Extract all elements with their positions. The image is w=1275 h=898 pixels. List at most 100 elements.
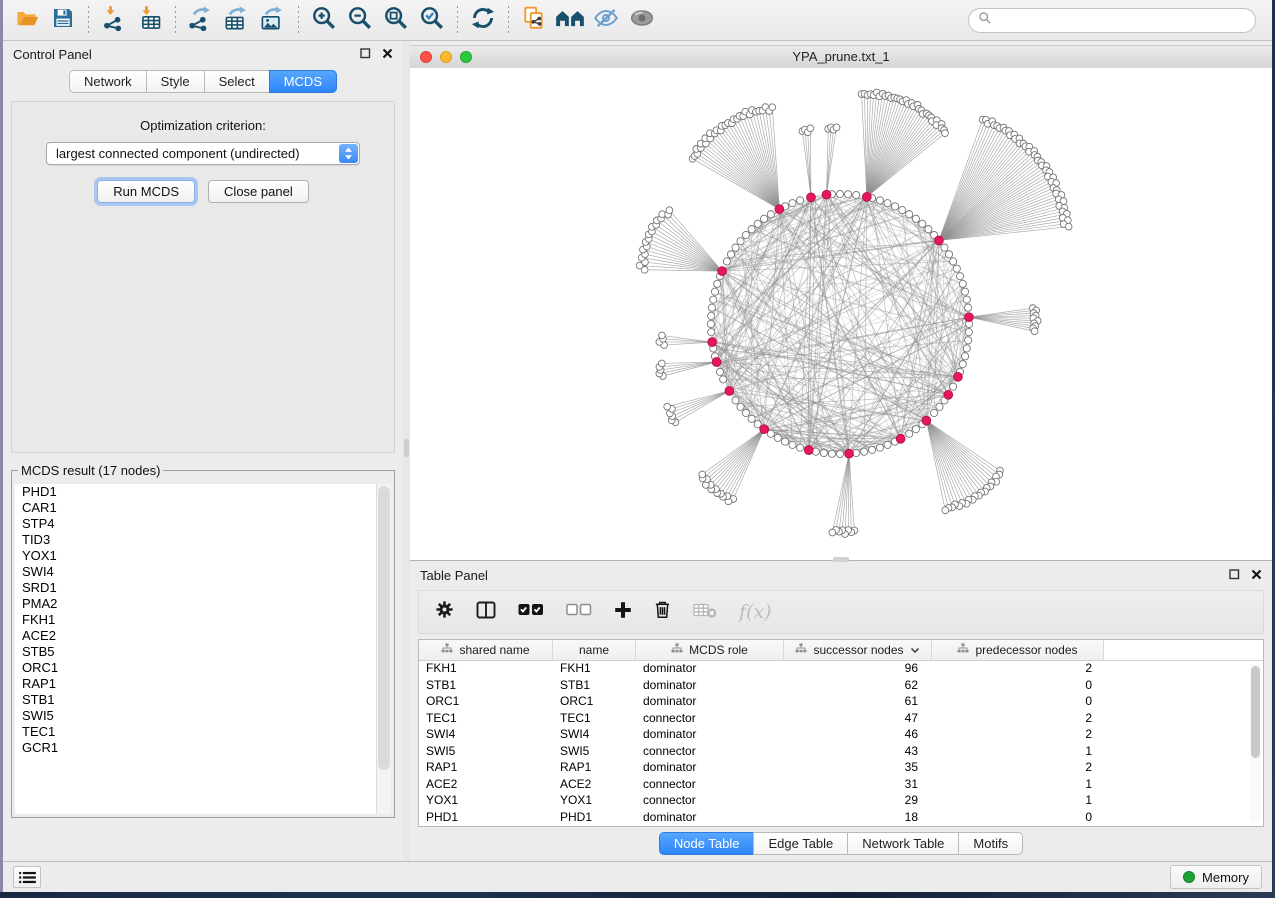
network-window-titlebar[interactable]: YPA_prune.txt_1 — [410, 45, 1272, 69]
criterion-dropdown[interactable]: largest connected component (undirected) — [46, 142, 360, 165]
table-row[interactable]: RAP1RAP1dominator352 — [419, 759, 1247, 776]
export-network-button[interactable] — [183, 4, 219, 36]
column-header-MCDS-role[interactable]: MCDS role — [636, 640, 784, 660]
result-node[interactable]: STB5 — [15, 644, 376, 660]
zoom-selected-button[interactable] — [414, 4, 450, 36]
export-table-button[interactable] — [219, 4, 255, 36]
close-panel-icon[interactable] — [382, 47, 393, 62]
search-input[interactable] — [997, 12, 1255, 29]
result-node[interactable]: STP4 — [15, 516, 376, 532]
cell-MCDS-role[interactable]: dominator — [636, 678, 784, 692]
result-node[interactable]: CAR1 — [15, 500, 376, 516]
tab-style[interactable]: Style — [146, 70, 204, 93]
vertical-splitter[interactable] — [403, 41, 410, 861]
table-tab-edge-table[interactable]: Edge Table — [753, 832, 847, 855]
cell-predecessor-nodes[interactable]: 0 — [932, 694, 1104, 708]
cell-successor-nodes[interactable]: 62 — [784, 678, 932, 692]
splitter-grip[interactable] — [404, 439, 409, 457]
result-node[interactable]: RAP1 — [15, 676, 376, 692]
add-column-button[interactable] — [614, 601, 632, 624]
result-node[interactable]: STB1 — [15, 692, 376, 708]
cell-shared-name[interactable]: STB1 — [419, 678, 553, 692]
cell-name[interactable]: SWI5 — [553, 744, 636, 758]
cell-successor-nodes[interactable]: 47 — [784, 711, 932, 725]
cell-successor-nodes[interactable]: 96 — [784, 661, 932, 675]
cell-successor-nodes[interactable]: 61 — [784, 694, 932, 708]
zoom-fit-button[interactable] — [378, 4, 414, 36]
table-scrollbar[interactable] — [1250, 664, 1261, 822]
column-header-name[interactable]: name — [553, 640, 636, 660]
refresh-button[interactable] — [465, 4, 501, 36]
table-settings-button[interactable] — [435, 600, 454, 624]
result-node[interactable]: PMA2 — [15, 596, 376, 612]
cell-shared-name[interactable]: ORC1 — [419, 694, 553, 708]
column-header-successor-nodes[interactable]: successor nodes — [784, 640, 932, 660]
tab-network[interactable]: Network — [69, 70, 146, 93]
hide-selected-button[interactable] — [588, 4, 624, 36]
table-row[interactable]: ACE2ACE2connector311 — [419, 776, 1247, 793]
delete-columns-button[interactable] — [654, 600, 671, 624]
table-tab-network-table[interactable]: Network Table — [847, 832, 958, 855]
cell-successor-nodes[interactable]: 46 — [784, 727, 932, 741]
cell-MCDS-role[interactable]: connector — [636, 793, 784, 807]
table-row[interactable]: YOX1YOX1connector291 — [419, 792, 1247, 809]
cell-shared-name[interactable]: ACE2 — [419, 777, 553, 791]
table-tab-node-table[interactable]: Node Table — [659, 832, 754, 855]
cell-successor-nodes[interactable]: 18 — [784, 810, 932, 824]
float-panel-icon[interactable] — [360, 47, 371, 62]
cell-predecessor-nodes[interactable]: 1 — [932, 744, 1104, 758]
result-node[interactable]: PHD1 — [15, 484, 376, 500]
export-image-button[interactable] — [255, 4, 291, 36]
cell-name[interactable]: ORC1 — [553, 694, 636, 708]
cell-shared-name[interactable]: FKH1 — [419, 661, 553, 675]
save-session-button[interactable] — [45, 4, 81, 36]
cell-MCDS-role[interactable]: dominator — [636, 661, 784, 675]
network-canvas[interactable] — [410, 68, 1272, 561]
copy-network-share-button[interactable] — [516, 4, 552, 36]
show-panels-button[interactable] — [13, 866, 41, 888]
mcds-result-list[interactable]: PHD1CAR1STP4TID3YOX1SWI4SRD1PMA2FKH1ACE2… — [15, 484, 377, 814]
cell-shared-name[interactable]: RAP1 — [419, 760, 553, 774]
result-node[interactable]: TEC1 — [15, 724, 376, 740]
close-table-panel-icon[interactable] — [1251, 568, 1262, 583]
cell-successor-nodes[interactable]: 29 — [784, 793, 932, 807]
cell-predecessor-nodes[interactable]: 2 — [932, 727, 1104, 741]
cell-MCDS-role[interactable]: connector — [636, 744, 784, 758]
toggle-panes-button[interactable] — [476, 601, 496, 624]
table-row[interactable]: SWI4SWI4dominator462 — [419, 726, 1247, 743]
column-header-shared-name[interactable]: shared name — [419, 640, 553, 660]
search-field[interactable] — [968, 8, 1256, 33]
result-node[interactable]: TID3 — [15, 532, 376, 548]
cell-successor-nodes[interactable]: 35 — [784, 760, 932, 774]
cell-MCDS-role[interactable]: dominator — [636, 727, 784, 741]
table-row[interactable]: ORC1ORC1dominator610 — [419, 693, 1247, 710]
cell-name[interactable]: PHD1 — [553, 810, 636, 824]
cell-MCDS-role[interactable]: dominator — [636, 760, 784, 774]
cell-predecessor-nodes[interactable]: 0 — [932, 678, 1104, 692]
cell-predecessor-nodes[interactable]: 2 — [932, 711, 1104, 725]
table-row[interactable]: SWI5SWI5connector431 — [419, 743, 1247, 760]
import-table-button[interactable] — [132, 4, 168, 36]
tab-select[interactable]: Select — [204, 70, 269, 93]
zoom-in-button[interactable] — [306, 4, 342, 36]
cell-shared-name[interactable]: SWI4 — [419, 727, 553, 741]
first-neighbors-button[interactable] — [552, 4, 588, 36]
cell-name[interactable]: TEC1 — [553, 711, 636, 725]
result-scrollbar[interactable] — [376, 484, 391, 814]
table-row[interactable]: TEC1TEC1connector472 — [419, 710, 1247, 727]
close-mcds-panel-button[interactable]: Close panel — [208, 180, 309, 203]
cell-name[interactable]: RAP1 — [553, 760, 636, 774]
open-session-button[interactable] — [9, 4, 45, 36]
deselect-all-rows-button[interactable] — [566, 603, 592, 621]
cell-shared-name[interactable]: PHD1 — [419, 810, 553, 824]
show-all-button[interactable] — [624, 4, 660, 36]
select-all-rows-button[interactable] — [518, 603, 544, 621]
cell-predecessor-nodes[interactable]: 1 — [932, 793, 1104, 807]
result-node[interactable]: YOX1 — [15, 548, 376, 564]
cell-shared-name[interactable]: SWI5 — [419, 744, 553, 758]
float-table-panel-icon[interactable] — [1229, 568, 1240, 583]
memory-button[interactable]: Memory — [1170, 865, 1262, 889]
result-node[interactable]: GCR1 — [15, 740, 376, 756]
cell-name[interactable]: FKH1 — [553, 661, 636, 675]
cell-shared-name[interactable]: TEC1 — [419, 711, 553, 725]
